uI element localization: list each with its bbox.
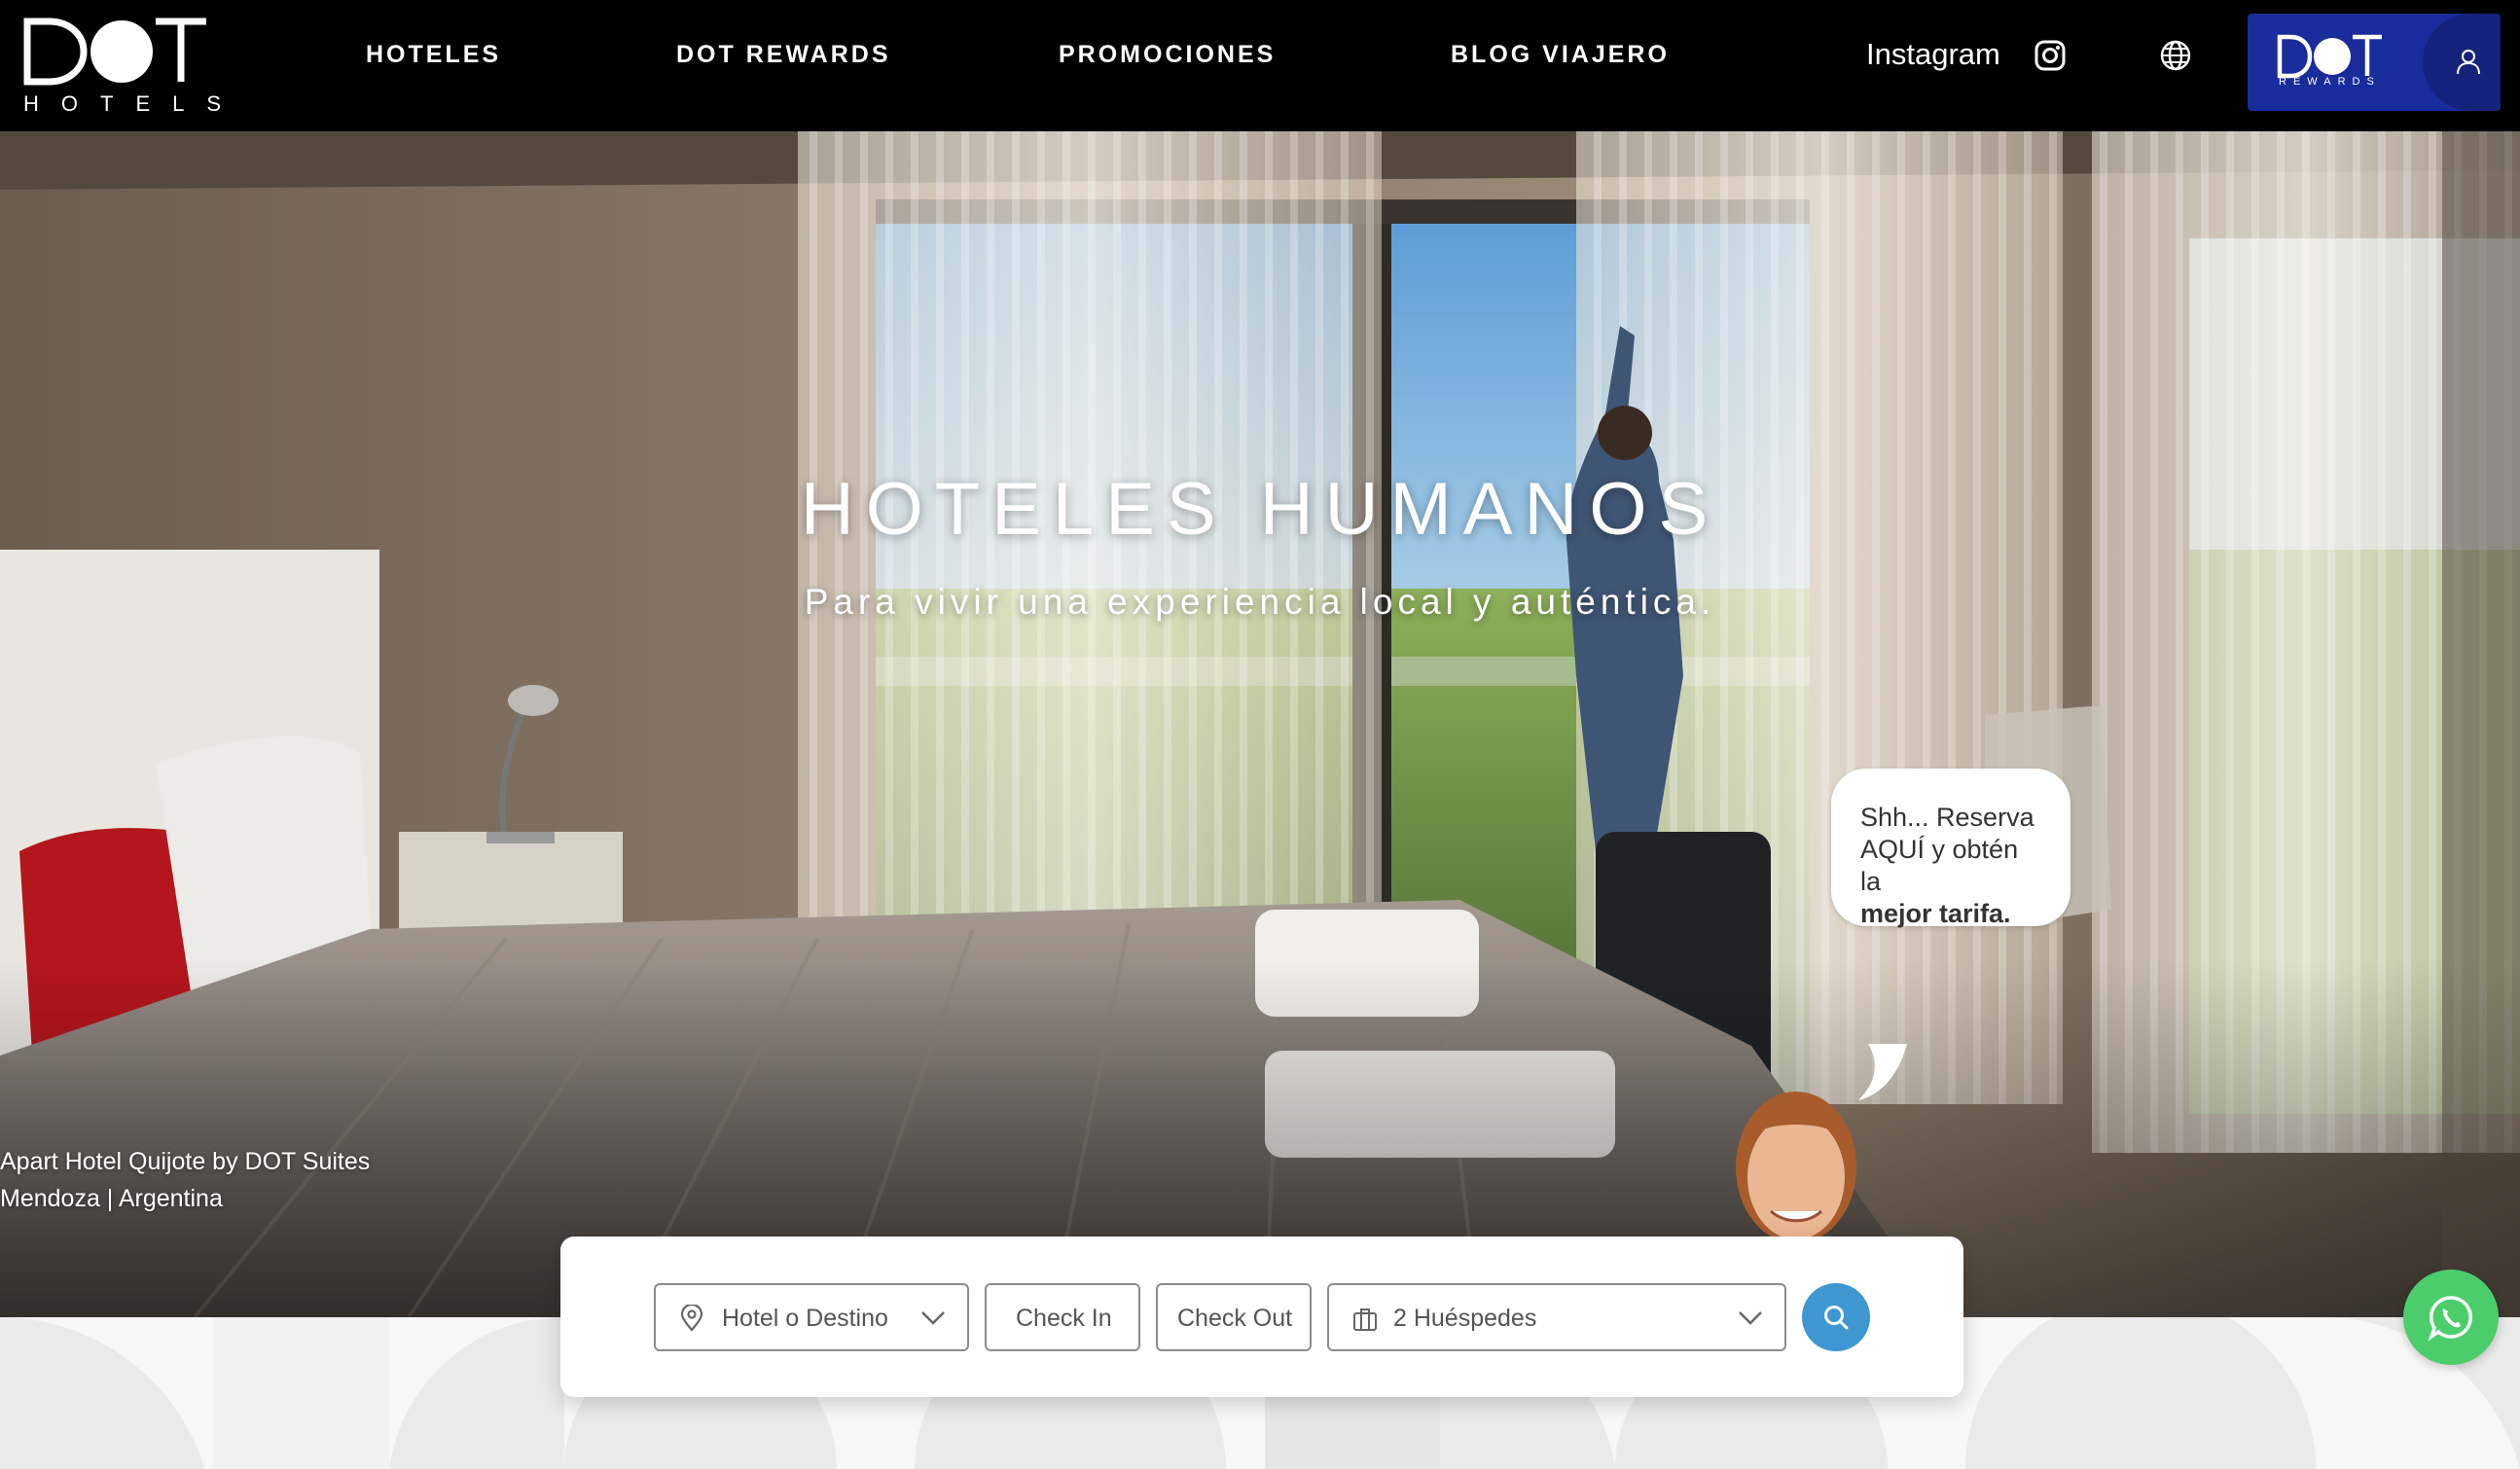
instagram-link[interactable]: Instagram (1866, 37, 2000, 72)
nav-promociones[interactable]: PROMOCIONES (1059, 35, 1276, 74)
chevron-down-icon (921, 1311, 945, 1325)
check-out-label: Check Out (1177, 1305, 1293, 1332)
search-button[interactable] (1802, 1283, 1870, 1351)
speech-bubble-tail (1858, 1044, 1907, 1100)
nav-blog-viajero[interactable]: BLOG VIAJERO (1451, 35, 1670, 74)
photo-caption-location: Mendoza | Argentina (0, 1185, 223, 1212)
luggage-icon (1353, 1308, 1377, 1331)
top-navigation-bar: HOTELS HOTELES DOT REWARDS PROMOCIONES B… (0, 0, 2520, 131)
globe-icon[interactable] (2159, 39, 2192, 72)
rewards-subtext: REWARDS (2279, 76, 2381, 88)
instagram-icon[interactable] (2034, 39, 2067, 72)
rewards-logo (2277, 34, 2382, 79)
chevron-down-icon (1739, 1311, 1762, 1325)
search-icon (1824, 1306, 1849, 1330)
logo-subtext: HOTELS (23, 91, 244, 116)
logo-wordmark (23, 18, 206, 86)
dot-hotels-logo[interactable]: HOTELS (23, 18, 221, 116)
nav-hoteles[interactable]: HOTELES (366, 35, 501, 74)
nav-dot-rewards[interactable]: DOT REWARDS (676, 35, 891, 74)
photo-caption-hotel: Apart Hotel Quijote by DOT Suites (0, 1148, 371, 1175)
bubble-line-3: mejor tarifa. (1860, 899, 2011, 928)
guests-select[interactable]: 2 Huéspedes (1327, 1283, 1786, 1351)
check-out-field[interactable]: Check Out (1156, 1283, 1312, 1351)
check-in-label: Check In (1016, 1305, 1112, 1332)
whatsapp-icon (2428, 1296, 2472, 1342)
destination-select[interactable]: Hotel o Destino (654, 1283, 969, 1351)
user-icon[interactable] (2454, 47, 2483, 76)
location-pin-icon (680, 1305, 703, 1332)
page: HOTELS HOTELES DOT REWARDS PROMOCIONES B… (0, 0, 2520, 1469)
check-in-field[interactable]: Check In (985, 1283, 1140, 1351)
hero-banner: HOTELES HUMANOS Para vivir una experienc… (0, 131, 2520, 1317)
hero-subtitle: Para vivir una experiencia local y autén… (804, 582, 1716, 622)
destination-placeholder: Hotel o Destino (722, 1305, 888, 1332)
bubble-line-1: Shh... Reserva (1860, 803, 2034, 832)
hero-background-image (0, 131, 2520, 1317)
bubble-line-2: AQUÍ y obtén la (1860, 835, 2019, 896)
guests-value: 2 Huéspedes (1393, 1305, 1537, 1332)
best-rate-speech-bubble[interactable]: Shh... Reserva AQUÍ y obtén la mejor tar… (1831, 769, 2070, 928)
whatsapp-chat-button[interactable] (2403, 1270, 2499, 1365)
booking-search-card: Hotel o Destino Check In Check Out 2 Hué… (560, 1236, 1963, 1397)
hero-title: HOTELES HUMANOS (800, 468, 1720, 551)
